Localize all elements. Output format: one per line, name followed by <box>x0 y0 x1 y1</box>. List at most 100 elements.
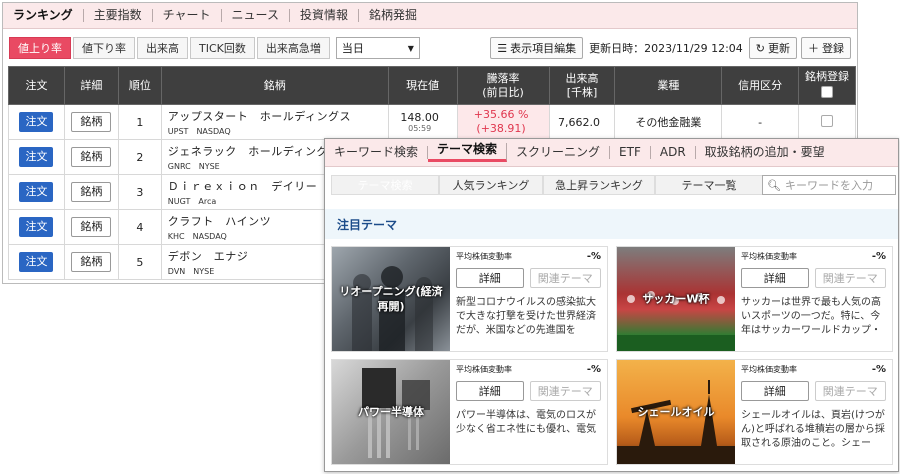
tab-price-gainers[interactable]: 値上り率 <box>9 37 71 59</box>
tab-volume-surge[interactable]: 出来高急増 <box>256 37 330 59</box>
updated-time: 更新日時：2023/11/29 12:04 <box>589 42 743 55</box>
avg-change-label: 平均株価変動率 <box>741 252 797 261</box>
name-cell[interactable]: アップスタート ホールディングス UPST NASDAQ <box>160 104 389 140</box>
theme-card-reopening[interactable]: リオープニング(経済再開) 平均株価変動率 -% 詳細 関連テーマ 新型コロナウ… <box>331 246 608 352</box>
tab-price-losers[interactable]: 値下り率 <box>73 37 135 59</box>
related-themes-button[interactable]: 関連テーマ <box>814 268 886 288</box>
related-themes-button[interactable]: 関連テーマ <box>529 268 601 288</box>
watch-checkbox[interactable] <box>821 114 834 127</box>
avg-change-value: -% <box>871 364 886 375</box>
refresh-button[interactable]: ↻ 更新 <box>748 37 797 59</box>
theme-image-power-semiconductor: パワー半導体 <box>332 360 450 464</box>
tab-popular-ranking[interactable]: 人気ランキング <box>439 175 543 195</box>
order-button[interactable]: 注文 <box>19 112 54 132</box>
search-icon: 🔍︎ <box>767 178 781 192</box>
tab-theme-list[interactable]: テーマ一覧 <box>655 175 763 195</box>
edit-columns-button[interactable]: ☰ 表示項目編集 <box>490 37 584 59</box>
theme-card-power-semiconductor[interactable]: パワー半導体 平均株価変動率 -% 詳細 関連テーマ パワー半導体は、電気のロス… <box>331 359 608 465</box>
rank-cell: 1 <box>117 104 162 140</box>
theme-image-world-cup: サッカーW杯 <box>617 247 735 351</box>
theme-detail-button[interactable]: 詳細 <box>456 268 524 288</box>
nav-indices[interactable]: 主要指数 <box>84 9 153 22</box>
theme-info: 平均株価変動率 -% 詳細 関連テーマ シェールオイルは、頁岩(けつがん)と呼ば… <box>741 364 886 460</box>
featured-title: 注目テーマ <box>337 217 398 232</box>
ranking-nav: ランキング 主要指数 チャート ニュース 投資情報 銘柄発掘 <box>3 3 857 29</box>
nav-news[interactable]: ニュース <box>222 9 290 22</box>
featured-themes-header: 注目テーマ <box>325 209 898 239</box>
header-change: 騰落率 (前日比) <box>456 66 550 105</box>
theme-label: リオープニング(経済再開) <box>339 285 443 313</box>
volume-cell: 7,662.0 <box>548 104 616 140</box>
tab-theme-search[interactable]: テーマ検索 <box>331 175 439 195</box>
theme-info: 平均株価変動率 -% 詳細 関連テーマ 新型コロナウイルスの感染拡大で大きな打撃… <box>456 251 601 347</box>
header-margin: 信用区分 <box>721 66 800 105</box>
theme-tabs: テーマ検索 人気ランキング 急上昇ランキング テーマ一覧 <box>331 175 763 195</box>
tab-rising-ranking[interactable]: 急上昇ランキング <box>543 175 655 195</box>
header-volume-line2: [千株] <box>566 85 598 99</box>
nav-chart[interactable]: チャート <box>153 9 222 22</box>
nav-request-stocks[interactable]: 取扱銘柄の追加・要望 <box>696 146 834 159</box>
nav-adr[interactable]: ADR <box>651 146 696 159</box>
detail-button[interactable]: 銘柄 <box>71 217 112 237</box>
theme-nav: キーワード検索 テーマ検索 スクリーニング ETF ADR 取扱銘柄の追加・要望 <box>325 139 898 167</box>
tab-tick-count[interactable]: TICK回数 <box>190 37 255 59</box>
nav-investment-info[interactable]: 投資情報 <box>290 9 359 22</box>
tab-volume[interactable]: 出来高 <box>137 37 188 59</box>
theme-label: シェールオイル <box>637 405 715 419</box>
change-percent: +35.66 % <box>473 108 529 121</box>
theme-detail-button[interactable]: 詳細 <box>741 268 809 288</box>
period-value: 当日 <box>341 42 364 55</box>
price-time: 05:59 <box>408 124 432 133</box>
theme-card-shale-oil[interactable]: シェールオイル 平均株価変動率 -% 詳細 関連テーマ シェールオイルは、頁岩(… <box>616 359 893 465</box>
theme-window: キーワード検索 テーマ検索 スクリーニング ETF ADR 取扱銘柄の追加・要望… <box>324 138 899 472</box>
nav-screening[interactable]: スクリーニング <box>507 146 611 159</box>
order-button[interactable]: 注文 <box>19 182 54 202</box>
theme-description: 新型コロナウイルスの感染拡大で大きな打撃を受けた世界経済だが、米国などの先進国を <box>456 297 596 336</box>
detail-button[interactable]: 銘柄 <box>71 147 112 167</box>
header-change-line2: (前日比) <box>482 85 524 99</box>
header-watch-label: 銘柄登録 <box>805 69 850 83</box>
nav-keyword-search[interactable]: キーワード検索 <box>325 146 429 159</box>
related-themes-button[interactable]: 関連テーマ <box>529 381 601 401</box>
header-order: 注文 <box>8 66 65 105</box>
price-cell: 148.00 05:59 <box>387 104 458 140</box>
order-button[interactable]: 注文 <box>19 147 54 167</box>
refresh-icon: ↻ <box>755 41 765 55</box>
period-select[interactable]: 当日 ▼ <box>335 37 420 59</box>
nav-theme-search[interactable]: テーマ検索 <box>428 143 508 162</box>
avg-change-label: 平均株価変動率 <box>456 252 512 261</box>
header-rank: 順位 <box>117 66 162 105</box>
theme-info: 平均株価変動率 -% 詳細 関連テーマ サッカーは世界で最も人気の高いスポーツの… <box>741 251 886 347</box>
order-button[interactable]: 注文 <box>19 217 54 237</box>
theme-description: パワー半導体は、電気のロスが少なく省エネ性にも優れ、電気 <box>456 410 597 435</box>
nav-etf[interactable]: ETF <box>610 146 651 159</box>
select-all-checkbox[interactable] <box>821 85 834 98</box>
table-header: 注文 詳細 順位 銘柄 現在値 騰落率 (前日比) 出来高 [千株] 業種 信用… <box>8 66 856 105</box>
theme-detail-button[interactable]: 詳細 <box>456 381 524 401</box>
theme-detail-button[interactable]: 詳細 <box>741 381 809 401</box>
list-edit-icon: ☰ <box>497 41 508 55</box>
margin-cell: - <box>721 104 800 140</box>
header-change-line1: 騰落率 <box>486 71 520 85</box>
ranking-toolbar: 値上り率 値下り率 出来高 TICK回数 出来高急増 当日 ▼ ☰ 表示項目編集… <box>9 37 851 59</box>
rank-cell: 5 <box>117 244 162 280</box>
detail-button[interactable]: 銘柄 <box>71 182 112 202</box>
detail-button[interactable]: 銘柄 <box>71 252 112 272</box>
stock-name: アップスタート ホールディングス <box>167 109 352 123</box>
related-themes-button[interactable]: 関連テーマ <box>814 381 886 401</box>
order-button[interactable]: 注文 <box>19 252 54 272</box>
chevron-down-icon: ▼ <box>407 43 414 53</box>
register-button[interactable]: ＋ 登録 <box>801 37 851 59</box>
theme-card-world-cup[interactable]: サッカーW杯 平均株価変動率 -% 詳細 関連テーマ サッカーは世界で最も人気の… <box>616 246 893 352</box>
change-cell: +35.66 % (+38.91) <box>456 104 550 140</box>
nav-stock-discovery[interactable]: 銘柄発掘 <box>359 9 427 22</box>
theme-label: パワー半導体 <box>358 405 424 419</box>
nav-ranking[interactable]: ランキング <box>3 9 84 22</box>
detail-button[interactable]: 銘柄 <box>71 112 112 132</box>
price-value: 148.00 <box>400 111 439 124</box>
keyword-search-input[interactable]: 🔍︎ キーワードを入力 <box>762 175 896 195</box>
header-industry: 業種 <box>614 66 723 105</box>
plus-icon: ＋ <box>808 42 819 55</box>
header-name: 銘柄 <box>160 66 389 105</box>
avg-change-label: 平均株価変動率 <box>741 365 797 374</box>
